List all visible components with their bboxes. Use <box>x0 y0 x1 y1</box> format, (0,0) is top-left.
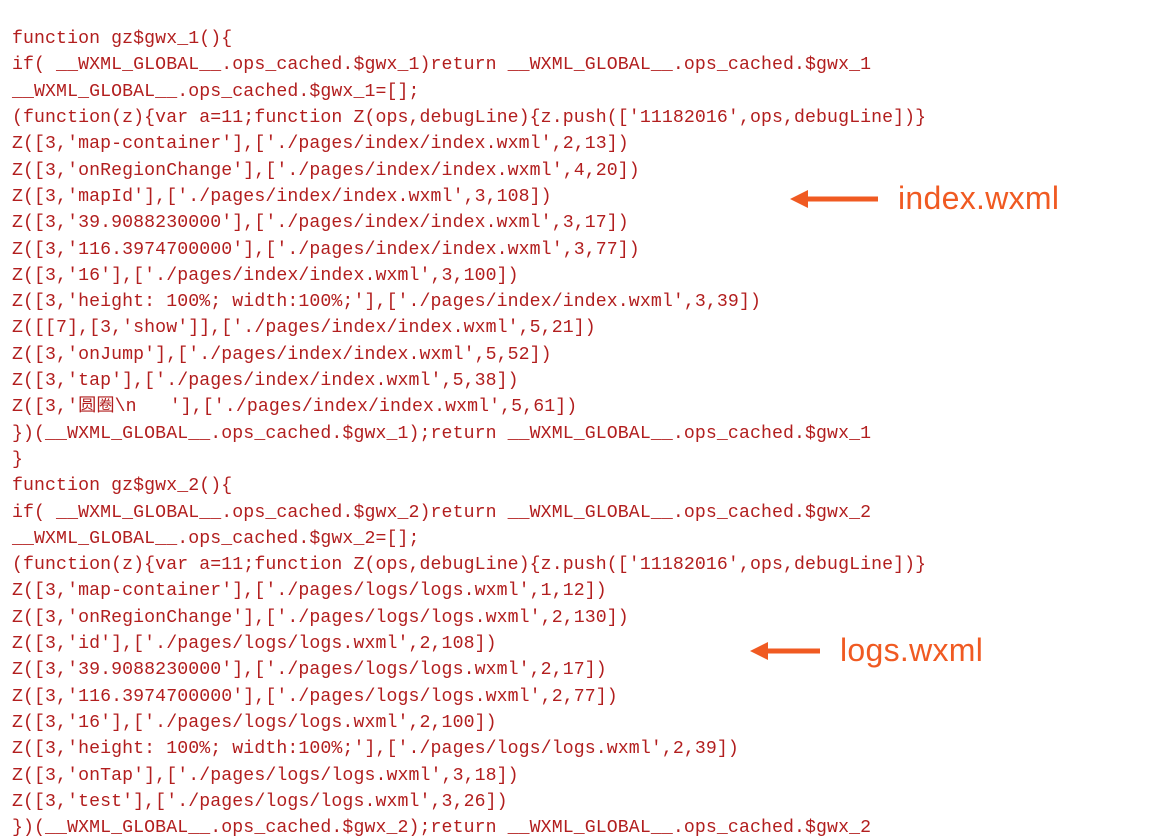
annotation-logs: logs.wxml <box>750 632 983 669</box>
arrow-left-icon <box>790 185 880 213</box>
annotation-label: logs.wxml <box>840 632 983 669</box>
annotation-index: index.wxml <box>790 180 1059 217</box>
arrow-left-icon <box>750 637 822 665</box>
code-block: function gz$gwx_1(){ if( __WXML_GLOBAL__… <box>12 26 926 838</box>
annotation-label: index.wxml <box>898 180 1059 217</box>
